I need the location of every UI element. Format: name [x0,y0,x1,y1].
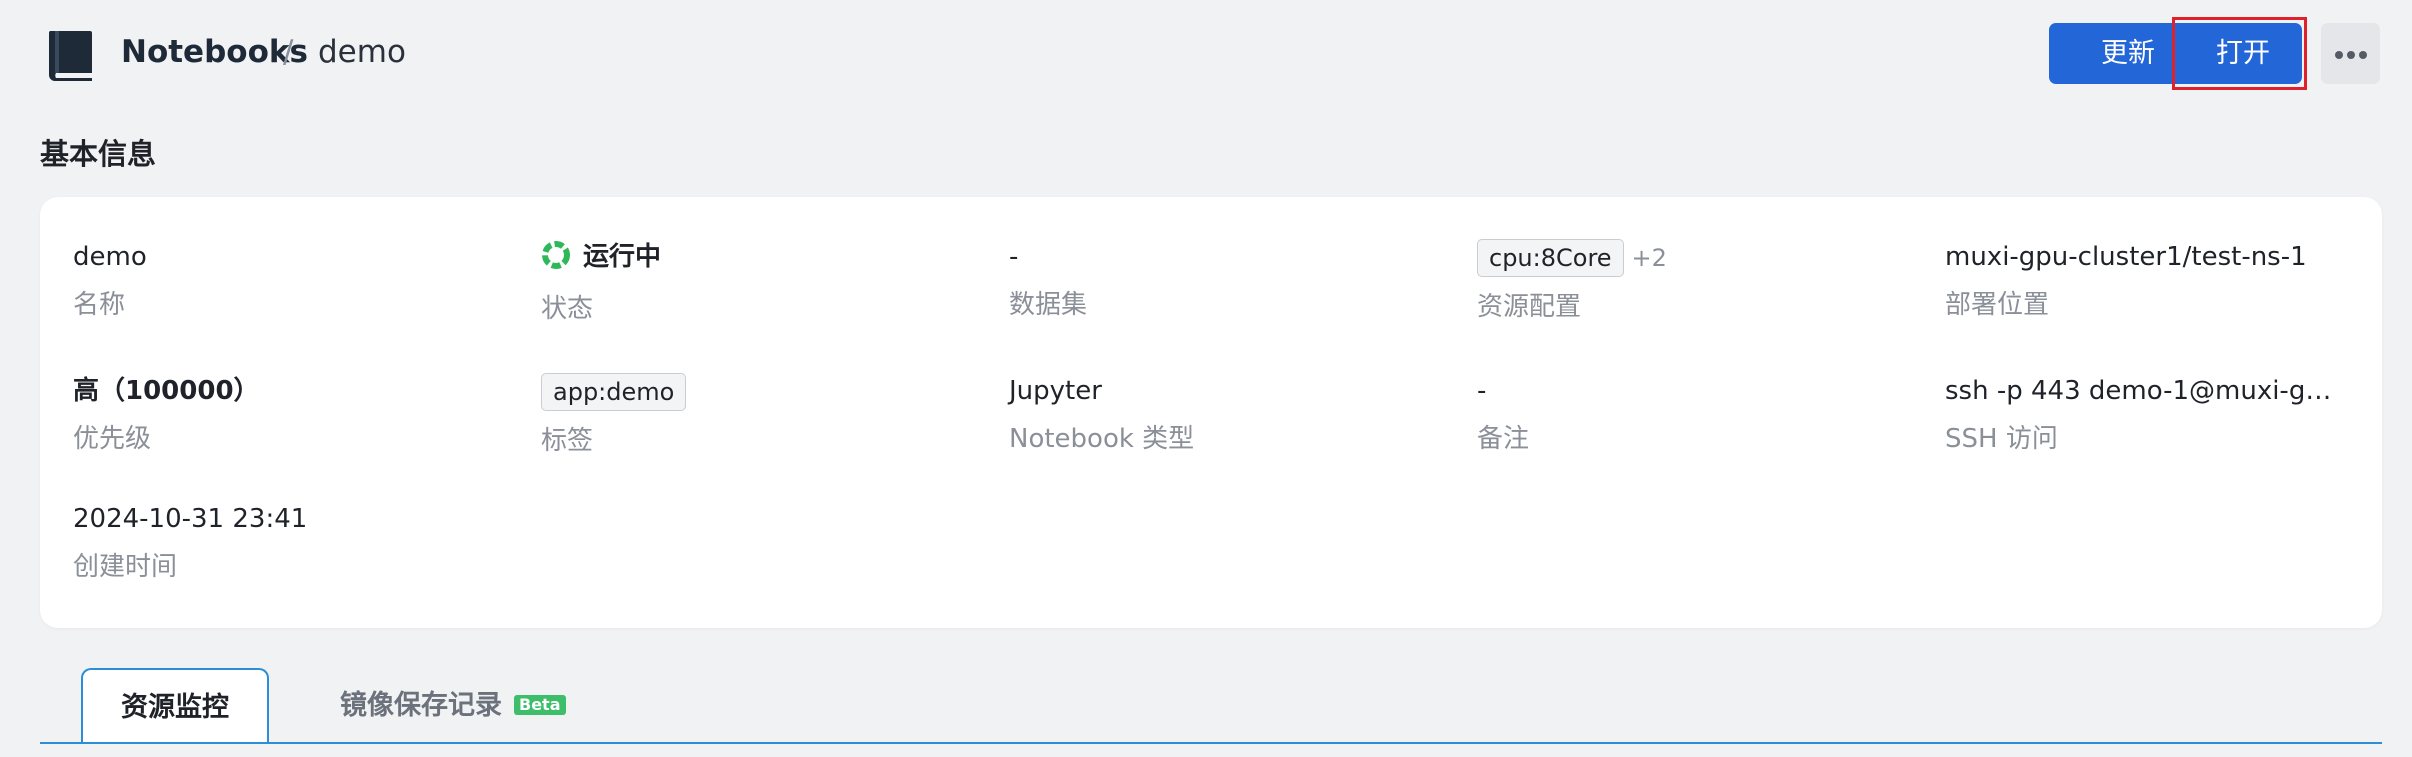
page-header: Notebooks / demo 更新 打开 [0,0,2412,108]
running-status-icon [542,241,570,269]
field-label: 名称 [73,290,126,320]
open-button-highlight [2172,17,2307,90]
field-location: muxi-gpu-cluster1/test-ns-1 部署位置 [1945,239,2307,323]
status-text: 运行中 [583,242,662,272]
label-tag: app:demo [541,373,687,411]
field-value: 2024-10-31 23:41 [73,504,308,534]
field-notebook-type: Jupyter Notebook 类型 [1009,373,1194,457]
beta-badge: Beta [514,695,566,715]
tab-resource-monitoring[interactable]: 资源监控 [81,668,269,744]
field-label: 标签 [541,426,594,456]
breadcrumb-separator: / [283,34,294,70]
more-horizontal-icon [2335,51,2343,59]
more-button[interactable] [2321,23,2380,84]
field-value: muxi-gpu-cluster1/test-ns-1 [1945,242,2307,272]
field-ssh: ssh -p 443 demo-1@muxi-gpu-... SSH 访问 [1945,373,2345,457]
tab-underline [40,742,2382,744]
field-value: 高（100000） [73,376,260,406]
field-name: demo 名称 [73,239,147,323]
field-priority: 高（100000） 优先级 [73,373,260,457]
field-label: Notebook 类型 [1009,424,1195,454]
field-label: 资源配置 [1477,292,1582,322]
field-label: 部署位置 [1945,290,2050,320]
resource-more-count[interactable]: +2 [1632,244,1667,272]
resource-tag: cpu:8Core [1477,239,1624,277]
more-dot [2347,51,2355,59]
field-label: 数据集 [1009,290,1088,320]
field-value: - [1477,376,1487,406]
field-label: 优先级 [73,424,152,454]
tab-label: 镜像保存记录 [340,690,502,721]
breadcrumb-root[interactable]: Notebooks [121,30,308,74]
field-label: 创建时间 [73,552,178,582]
tab-image-save-records[interactable]: 镜像保存记录 Beta [340,668,566,744]
ssh-command[interactable]: ssh -p 443 demo-1@muxi-gpu-... [1945,373,2345,409]
field-resources: cpu:8Core +2 资源配置 [1477,239,1667,325]
field-created: 2024-10-31 23:41 创建时间 [73,501,307,585]
field-remark: - 备注 [1477,373,1529,457]
notebook-icon [48,31,92,81]
field-tags: app:demo 标签 [541,373,687,459]
field-label: 备注 [1477,424,1530,454]
field-dataset: - 数据集 [1009,239,1087,323]
section-title: 基本信息 [40,137,157,171]
field-label: 状态 [541,294,594,324]
more-dot [2359,51,2367,59]
basic-info-card: demo 名称 运行中 状态 - 数据集 cpu:8Core +2 资源配置 mu… [40,197,2382,628]
field-value: demo [73,242,147,272]
field-label: SSH 访问 [1945,424,2058,454]
field-value: app:demo [541,373,687,411]
field-value: 运行中 [541,239,661,275]
breadcrumb-current: demo [318,34,406,70]
field-value: cpu:8Core +2 [1477,239,1667,277]
field-status: 运行中 状态 [541,239,661,327]
field-value: Jupyter [1009,376,1102,406]
field-value: - [1009,242,1019,272]
